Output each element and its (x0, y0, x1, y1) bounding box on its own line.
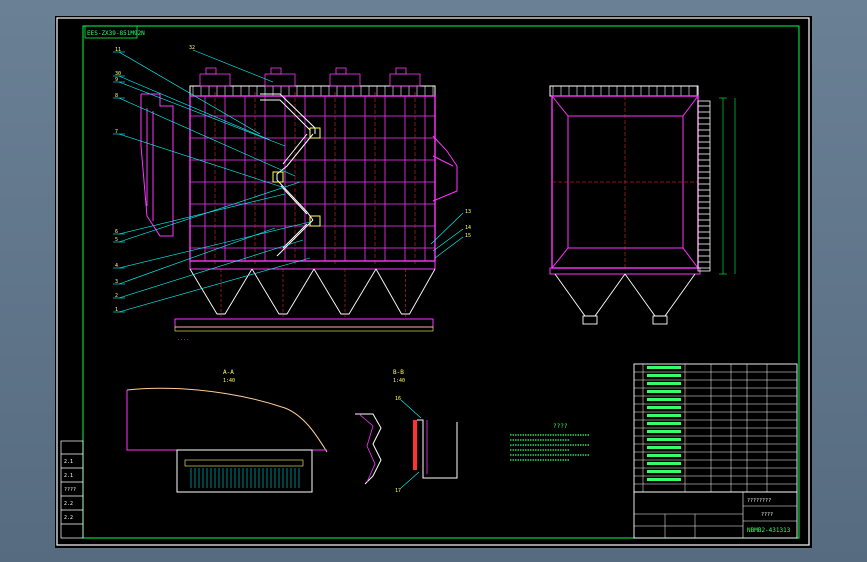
outlet-duct (432, 135, 458, 202)
parts-row-mark (647, 478, 681, 481)
revision-label: 2.1 (64, 459, 73, 465)
section-bb-title: B-B (393, 369, 404, 376)
title-line-2: ???? (761, 512, 773, 518)
drawing-sheet[interactable]: EES-ZX39-851M92N 2.1 2.1???? 2.2 2.2 ...… (55, 16, 812, 548)
parts-row-mark (647, 390, 681, 393)
leader-line (118, 193, 286, 235)
parts-row-mark (647, 382, 681, 385)
parts-row-mark (647, 462, 681, 465)
side-dimension (719, 97, 736, 275)
revision-label: 2.2 (64, 501, 73, 507)
parts-row-mark (647, 414, 681, 417)
top-unit (389, 73, 421, 87)
body-grid (190, 96, 435, 261)
sheet-border (56, 17, 810, 546)
revision-label: 2.2 (64, 515, 73, 521)
callout-label: 8 (115, 93, 118, 99)
top-unit (264, 73, 296, 87)
base-beam (189, 260, 436, 270)
callout-label: 14 (465, 225, 471, 231)
parts-row-mark (647, 366, 681, 369)
callout-label: 9 (115, 77, 118, 83)
left-callouts: 1130987654321 (113, 47, 311, 313)
callout-label: 5 (115, 237, 118, 243)
leader-line (192, 49, 274, 83)
hopper-center-lines (220, 269, 406, 319)
leader-line (118, 97, 296, 177)
screw-conveyor: .... (174, 318, 434, 342)
front-view: .... 1130987654321 1314151617 32 (113, 45, 471, 494)
section-aa: A-A 1:40 (126, 369, 328, 493)
drawing-number: NBMB2-431313 (747, 527, 791, 534)
parts-row-mark (647, 470, 681, 473)
section-bb-scale: 1:40 (393, 378, 405, 384)
callout-label: 32 (189, 45, 195, 51)
callout-label: 3 (115, 279, 118, 285)
title-block: ???????? ???? NBMB2-431313 (633, 491, 798, 539)
callout-label: 17 (395, 488, 401, 494)
side-view (549, 85, 736, 325)
parts-row-mark (647, 422, 681, 425)
callout-label: 11 (115, 47, 121, 53)
leader-line (434, 236, 464, 259)
callout-label: 4 (115, 263, 118, 269)
parts-row-mark (647, 406, 681, 409)
side-ladder (697, 100, 711, 272)
top-walkway (189, 67, 436, 97)
section-aa-title: A-A (223, 369, 234, 376)
leader-line (118, 81, 286, 147)
parts-row-mark (647, 398, 681, 401)
top-callout: 32 (189, 45, 274, 83)
code-box: EES-ZX39-851M92N (84, 25, 145, 39)
svg-text:....: .... (177, 336, 189, 342)
inlet-hood (140, 93, 174, 237)
drawing-canvas: EES-ZX39-851M92N 2.1 2.1???? 2.2 2.2 .... 1… (56, 17, 810, 546)
callout-label: 15 (465, 233, 471, 239)
parts-row-mark (647, 454, 681, 457)
section-bb: B-B 1:40 (355, 369, 458, 485)
parts-row-mark (647, 446, 681, 449)
hoppers (189, 268, 436, 315)
callout-label: 1 (115, 307, 118, 313)
callout-label: 2 (115, 293, 118, 299)
parts-list (633, 363, 798, 493)
technical-notes: ???? (510, 423, 590, 461)
top-unit (329, 73, 361, 87)
leader-line (118, 181, 301, 243)
top-unit (199, 73, 231, 87)
code-text: EES-ZX39-851M92N (87, 30, 145, 37)
right-callouts: 13 14 15 16 17 (395, 209, 471, 494)
parts-row-mark (647, 430, 681, 433)
parts-row-mark (647, 438, 681, 441)
revision-label: 2.1 (64, 473, 73, 479)
revision-label: ???? (64, 487, 76, 493)
cad-viewport[interactable]: EES-ZX39-851M92N 2.1 2.1???? 2.2 2.2 ...… (0, 0, 867, 562)
callout-label: 7 (115, 129, 118, 135)
section-aa-scale: 1:40 (223, 378, 235, 384)
callout-label: 13 (465, 209, 471, 215)
leader-line (118, 257, 311, 313)
leader-line (430, 212, 464, 245)
parts-row-mark (647, 374, 681, 377)
note-heading: ???? (553, 423, 568, 430)
title-line-1: ???????? (747, 498, 771, 504)
callout-label: 6 (115, 229, 118, 235)
side-hoppers (554, 273, 696, 325)
filter-body (189, 95, 436, 262)
callout-label: 16 (395, 396, 401, 402)
